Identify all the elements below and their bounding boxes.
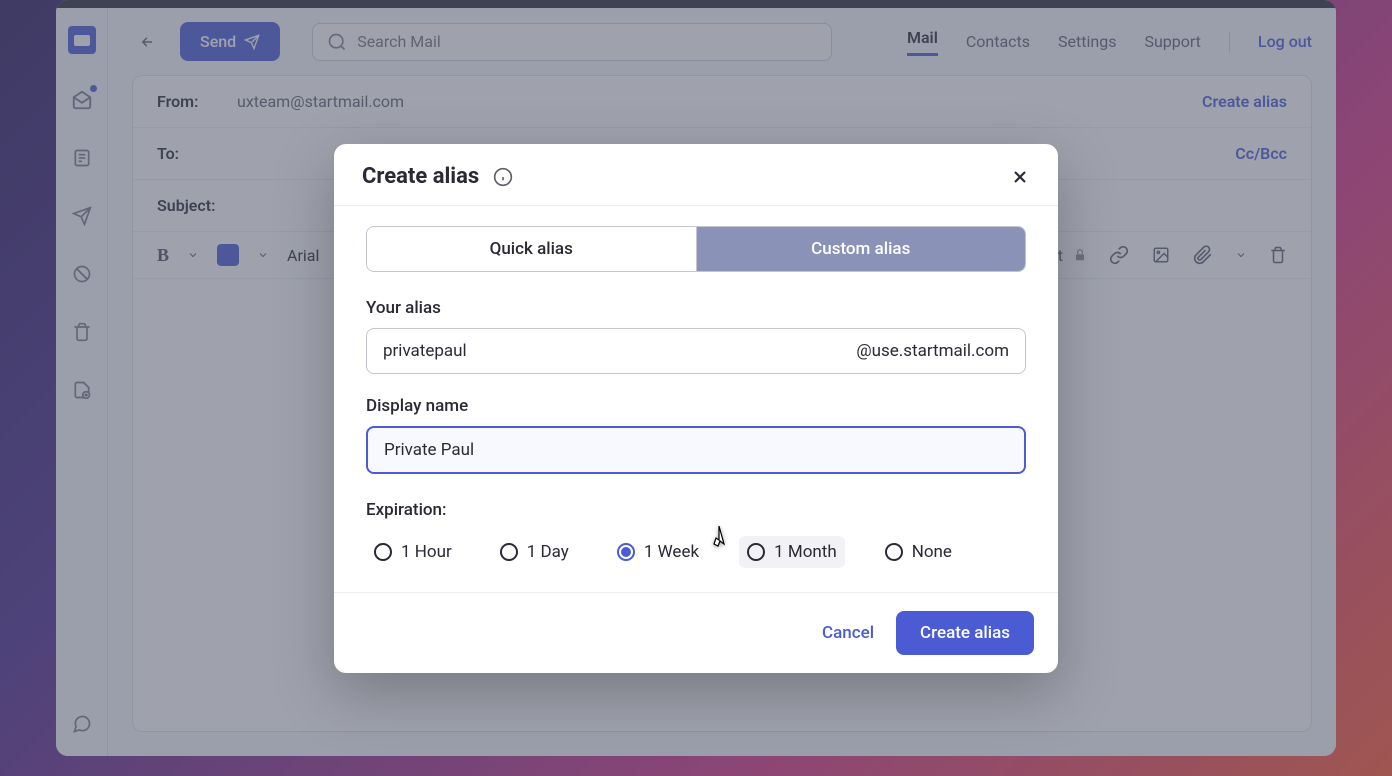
radio-icon [747, 543, 765, 561]
tab-quick-alias[interactable]: Quick alias [367, 227, 697, 271]
modal-footer: Cancel Create alias [334, 592, 1058, 673]
modal-body: Quick alias Custom alias Your alias @use… [334, 206, 1058, 592]
radio-label: 1 Month [774, 542, 837, 562]
info-icon[interactable] [493, 167, 513, 187]
modal-title: Create alias [362, 164, 479, 189]
close-button[interactable] [1010, 167, 1030, 187]
expiration-none[interactable]: None [877, 536, 960, 568]
expiration-1day[interactable]: 1 Day [492, 536, 577, 568]
expiration-options: 1 Hour 1 Day 1 Week 1 Month None [366, 536, 1026, 568]
radio-icon [374, 543, 392, 561]
display-name-label: Display name [366, 396, 1026, 416]
radio-label: 1 Week [644, 542, 699, 562]
modal-overlay[interactable]: Create alias Quick alias Custom alias Yo… [0, 0, 1392, 776]
alias-type-tabs: Quick alias Custom alias [366, 226, 1026, 272]
expiration-1month[interactable]: 1 Month [739, 536, 845, 568]
expiration-label: Expiration: [366, 500, 1026, 520]
radio-icon [500, 543, 518, 561]
expiration-1week[interactable]: 1 Week [609, 536, 707, 568]
expiration-1hour[interactable]: 1 Hour [366, 536, 460, 568]
create-alias-button[interactable]: Create alias [896, 611, 1034, 655]
radio-label: None [912, 542, 952, 562]
alias-input-wrapper[interactable]: @use.startmail.com [366, 328, 1026, 374]
modal-header: Create alias [334, 144, 1058, 206]
radio-icon [885, 543, 903, 561]
radio-icon [617, 543, 635, 561]
display-name-input[interactable] [366, 426, 1026, 474]
cancel-button[interactable]: Cancel [822, 623, 874, 643]
radio-label: 1 Day [527, 542, 569, 562]
alias-input[interactable] [383, 341, 856, 361]
alias-label: Your alias [366, 298, 1026, 318]
create-alias-modal: Create alias Quick alias Custom alias Yo… [334, 144, 1058, 673]
alias-domain-suffix: @use.startmail.com [856, 341, 1009, 361]
tab-custom-alias[interactable]: Custom alias [697, 227, 1026, 271]
radio-label: 1 Hour [401, 542, 452, 562]
